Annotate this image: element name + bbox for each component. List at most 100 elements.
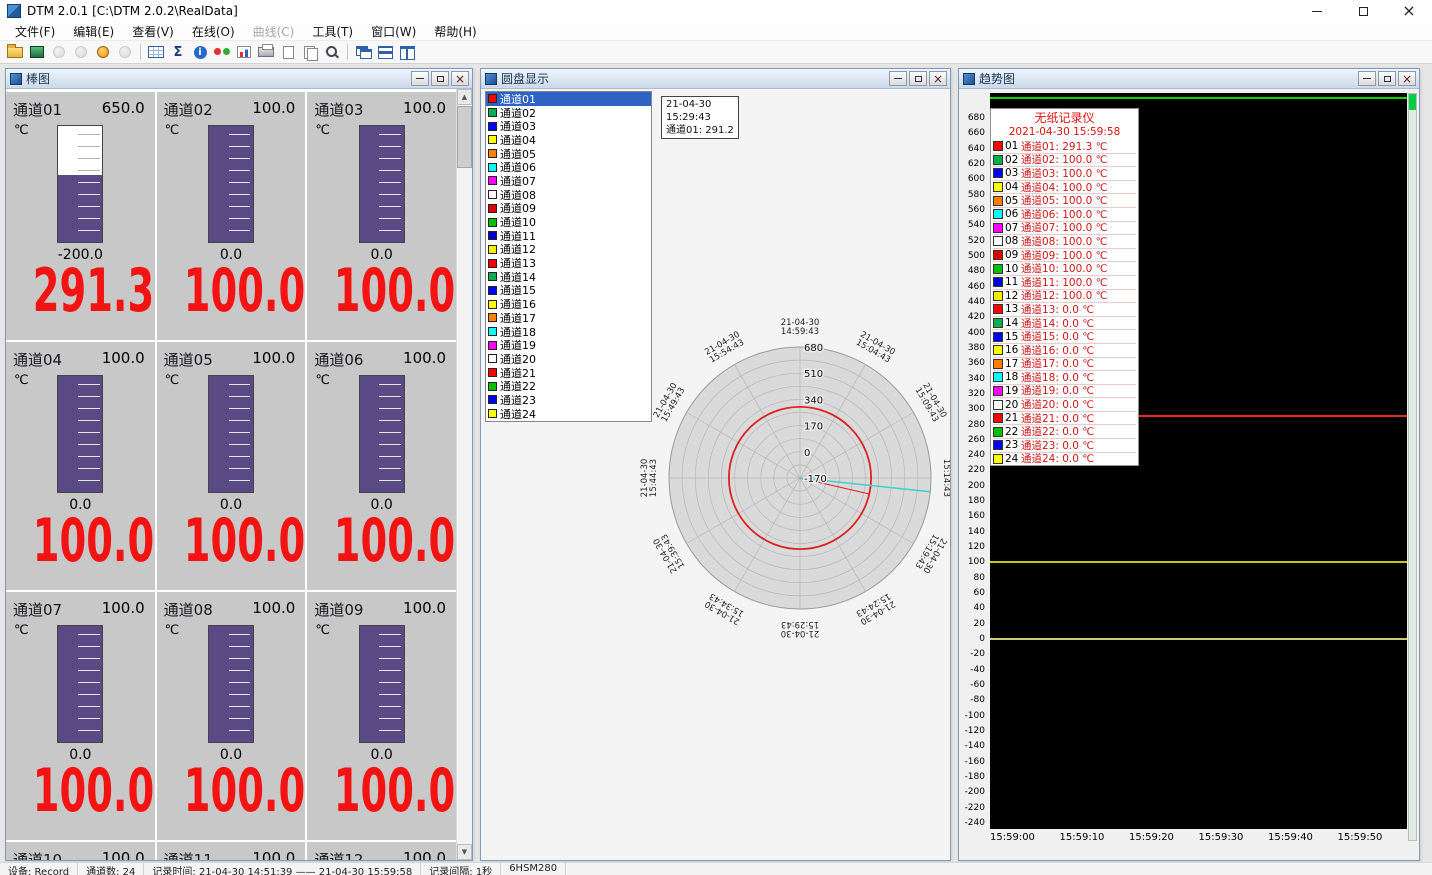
channel-value: 100.0 xyxy=(183,260,278,322)
bar-window-minimize-button[interactable] xyxy=(411,71,429,86)
channel-color-swatch xyxy=(488,341,497,350)
y-axis-label: -80 xyxy=(970,695,985,705)
dial-time-label: 21-04-3015:54:43 xyxy=(703,330,746,366)
y-axis-label: 240 xyxy=(968,450,985,460)
trend-series-line xyxy=(990,638,1407,640)
record-status-button[interactable] xyxy=(211,42,233,62)
channel-color-swatch xyxy=(488,204,497,213)
x-axis-label: 15:59:10 xyxy=(1060,832,1105,843)
bar-cell: 通道08100.0℃0.0100.0 xyxy=(157,592,306,840)
timer-button[interactable] xyxy=(92,42,114,62)
y-axis-label: 40 xyxy=(974,603,985,613)
scroll-up-button[interactable] xyxy=(457,89,472,105)
dial-window-title: 圆盘显示 xyxy=(501,70,887,87)
channel-color-swatch xyxy=(488,135,497,144)
menu-item-7[interactable]: 窗口(W) xyxy=(362,23,425,40)
channel-max-value: 650.0 xyxy=(102,99,145,117)
trend-window-close-button[interactable] xyxy=(1398,71,1416,86)
open-file-button[interactable] xyxy=(4,42,26,62)
dial-window-minimize-button[interactable] xyxy=(889,71,907,86)
legend-channel-number: 04 xyxy=(1005,181,1021,193)
window-maximize-button[interactable] xyxy=(1340,0,1386,22)
stop-button[interactable] xyxy=(48,42,70,62)
dial-window-close-button[interactable] xyxy=(929,71,947,86)
channel-label: 通道08 xyxy=(164,599,213,620)
copy-button[interactable] xyxy=(299,42,321,62)
window-close-button[interactable] xyxy=(1386,0,1432,22)
status-field-1: 设备: Record xyxy=(0,863,78,875)
save-data-button[interactable] xyxy=(26,42,48,62)
scroll-down-button[interactable] xyxy=(457,844,472,860)
trend-window-titlebar[interactable]: 趋势图 xyxy=(959,69,1419,89)
status-field-2: 通道数: 24 xyxy=(78,863,144,875)
channel-color-swatch xyxy=(488,368,497,377)
gauge-fill-ticks xyxy=(229,376,251,492)
trend-window-restore-button[interactable] xyxy=(1378,71,1396,86)
menu-item-6[interactable]: 工具(T) xyxy=(303,23,362,40)
window-minimize-button[interactable] xyxy=(1294,0,1340,22)
y-axis-label: 0 xyxy=(979,634,985,644)
mdi-area: 棒图 通道01650.0℃-200.0291.3通道02100.0℃0.0100… xyxy=(0,64,1432,862)
tile-horizontal-button[interactable] xyxy=(374,42,396,62)
bar-gauge xyxy=(208,125,254,243)
legend-color-swatch xyxy=(993,277,1003,287)
channel-label: 通道07 xyxy=(13,599,62,620)
menu-item-1[interactable]: 文件(F) xyxy=(6,23,64,40)
tile-vertical-button[interactable] xyxy=(396,42,418,62)
pause-button[interactable] xyxy=(70,42,92,62)
legend-color-swatch xyxy=(993,236,1003,246)
menu-item-8[interactable]: 帮助(H) xyxy=(425,23,485,40)
y-axis-label: 620 xyxy=(968,159,985,169)
menu-item-4[interactable]: 在线(O) xyxy=(183,23,244,40)
channel-color-swatch xyxy=(488,190,497,199)
dial-time-label: 21-04-3015:44:43 xyxy=(640,459,659,498)
channel-color-swatch xyxy=(488,409,497,418)
mini-chart-button[interactable] xyxy=(233,42,255,62)
trend-scrollbar[interactable] xyxy=(1408,93,1417,841)
bar-window-titlebar[interactable]: 棒图 xyxy=(6,69,472,89)
channel-max-value: 100.0 xyxy=(252,599,295,617)
bar-gauge xyxy=(57,125,103,243)
y-axis-label: -100 xyxy=(965,711,985,721)
y-axis-label: 280 xyxy=(968,420,985,430)
legend-color-swatch xyxy=(993,427,1003,437)
bar-cell: 通道03100.0℃0.0100.0 xyxy=(307,92,456,340)
scroll-thumb[interactable] xyxy=(457,106,472,168)
info-button[interactable]: i xyxy=(189,42,211,62)
toolbar: Σi xyxy=(0,41,1432,64)
data-table-button[interactable] xyxy=(145,42,167,62)
refresh-button[interactable] xyxy=(114,42,136,62)
gauge-fill-ticks xyxy=(78,626,100,742)
dial-window-titlebar[interactable]: 圆盘显示 xyxy=(481,69,950,89)
dial-window-restore-button[interactable] xyxy=(909,71,927,86)
menu-item-3[interactable]: 查看(V) xyxy=(123,23,183,40)
x-axis-label: 15:59:20 xyxy=(1129,832,1174,843)
trend-window-minimize-button[interactable] xyxy=(1358,71,1376,86)
channel-color-swatch xyxy=(488,313,497,322)
channel-value: 100.0 xyxy=(33,510,128,572)
y-axis-label: 420 xyxy=(968,312,985,322)
open-file-icon xyxy=(7,47,23,58)
menu-item-5[interactable]: 曲线(C) xyxy=(244,23,304,40)
channel-color-swatch xyxy=(488,245,497,254)
print-button[interactable] xyxy=(255,42,277,62)
zoom-button[interactable] xyxy=(321,42,343,62)
bar-cell: 通道06100.0℃0.0100.0 xyxy=(307,342,456,590)
cascade-windows-button[interactable] xyxy=(352,42,374,62)
print-preview-button[interactable] xyxy=(277,42,299,62)
bar-window-close-button[interactable] xyxy=(451,71,469,86)
bar-scrollbar[interactable] xyxy=(456,89,472,860)
channel-name: 通道24 xyxy=(500,406,536,422)
bar-gauge xyxy=(57,625,103,743)
minimize-icon xyxy=(1363,78,1371,79)
channel-label: 通道03 xyxy=(314,99,363,120)
bar-window-restore-button[interactable] xyxy=(431,71,449,86)
legend-channel-value: 通道24: 0.0 ℃ xyxy=(1021,451,1094,466)
print-icon xyxy=(258,47,274,57)
svg-text:21-04-30: 21-04-30 xyxy=(950,459,951,498)
y-axis-label: 660 xyxy=(968,128,985,138)
statistics-button[interactable]: Σ xyxy=(167,42,189,62)
trend-scroll-thumb[interactable] xyxy=(1409,94,1416,110)
legend-color-swatch xyxy=(993,345,1003,355)
menu-item-2[interactable]: 编辑(E) xyxy=(64,23,123,40)
